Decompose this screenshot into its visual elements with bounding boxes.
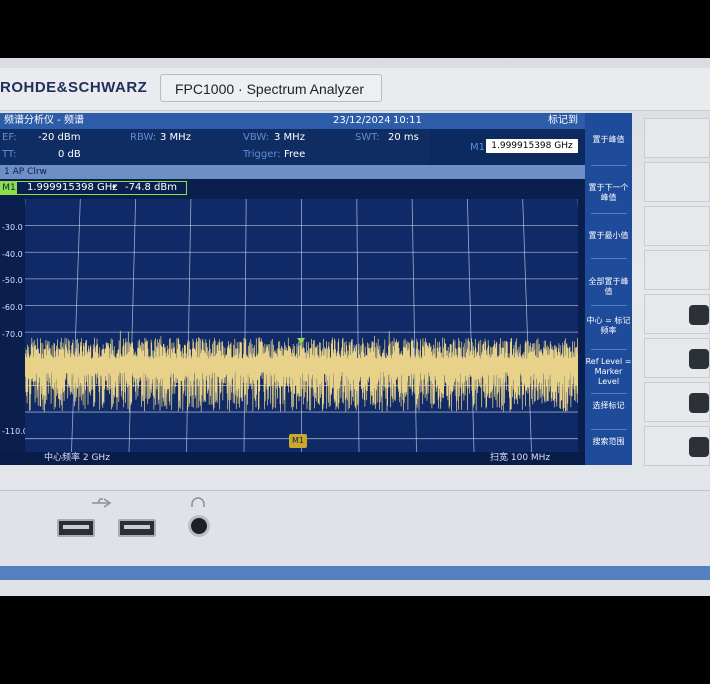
softkey-divider [591,393,627,394]
y-tick-label: -40.0 [2,250,23,259]
grid-line-vertical [243,198,247,453]
softkey-menu: 置于峰值 置于下一个峰值 置于最小值 全部置于峰值 中心 = 标记频率 Ref … [585,113,632,465]
sweep-time-value[interactable]: 20 ms [388,132,419,143]
key-cap [689,393,709,413]
hardware-softkey-4[interactable] [644,250,710,290]
date-label: 23/12/2024 [333,115,391,126]
span-label[interactable]: 扫宽 100 MHz [490,452,550,465]
softkey-center-marker[interactable]: 中心 = 标记频率 [585,316,632,336]
hardware-softkey-1[interactable] [644,118,710,158]
softkey-divider [591,305,627,306]
softkey-divider [591,258,627,259]
photo-background-bottom [0,596,710,684]
hardware-softkey-8[interactable] [644,426,710,466]
y-tick-label: -70.0 [2,330,23,339]
softkey-minimum[interactable]: 置于最小值 [585,231,632,241]
grid-line-vertical [128,198,136,453]
hardware-softkey-7[interactable] [644,382,710,422]
trace-label[interactable]: 1 AP Clrw [4,165,47,179]
model-label: FPC1000 · Spectrum Analyzer [160,74,382,102]
hardware-softkey-6[interactable] [644,338,710,378]
rbw-label: RBW: [130,132,157,143]
time-label: 10:11 [393,115,422,126]
brand-logo: ROHDE&SCHWARZ [0,79,148,96]
usb-icon [92,498,112,508]
softkey-peak[interactable]: 置于峰值 [585,135,632,145]
grid-line-vertical [356,198,360,453]
marker-level: -74.8 dBm [125,182,178,193]
trigger-label: Trigger: [243,149,281,160]
vbw-value[interactable]: 3 MHz [274,132,305,143]
headphones-icon [191,497,205,507]
mode-title: 频谱分析仪 - 频谱 [4,115,84,126]
hardware-softkey-2[interactable] [644,162,710,202]
m1-panel-label: M1 [470,142,485,153]
accent-strip [0,566,710,580]
sweep-time-label: SWT: [355,132,380,143]
usb-port-2[interactable] [118,519,156,537]
title-bar: 频谱分析仪 - 频谱 23/12/2024 10:11 标记到 [0,113,585,129]
key-cap [689,437,709,457]
marker-mode-label: 标记到 [548,115,578,126]
key-cap [689,305,709,325]
y-tick-label: -110.0 [2,427,28,436]
marker-frequency: 1.999915398 GHz [27,182,118,193]
photo-background-top [0,0,710,60]
frequency-status-bar: 中心频率 2 GHz 扫宽 100 MHz [0,452,585,465]
grid-line-vertical [186,198,192,453]
marker-frequency-panel: M1 1.999915398 GHz [430,129,585,165]
softkey-all-peaks[interactable]: 全部置于峰值 [585,277,632,297]
hardware-softkey-column [644,118,710,468]
marker-flag[interactable]: M1 [289,434,307,448]
grid-line-vertical [411,198,417,453]
marker-dot: • [111,182,117,193]
trace-status-row: 1 AP Clrw [0,165,585,179]
softkey-ref-level-marker[interactable]: Ref Level = Marker Level [585,357,632,387]
m1-frequency-input[interactable]: 1.999915398 GHz [486,139,578,153]
softkey-divider [591,349,627,350]
attenuation-value[interactable]: 0 dB [58,149,81,160]
ref-level-value[interactable]: -20 dBm [38,132,80,143]
softkey-divider [591,165,627,166]
softkey-select-marker[interactable]: 选择标记 [585,401,632,411]
spectrum-plot[interactable]: M1 [13,198,590,453]
center-frequency-label[interactable]: 中心频率 2 GHz [44,452,110,465]
analyzer-screen: 频谱分析仪 - 频谱 23/12/2024 10:11 标记到 EF: -20 … [0,113,632,465]
rbw-value[interactable]: 3 MHz [160,132,191,143]
y-tick-label: -50.0 [2,276,23,285]
y-tick-label: -60.0 [2,303,23,312]
y-tick-label: -30.0 [2,223,23,232]
softkey-search-range[interactable]: 搜索范围 [585,437,632,447]
marker-readout-row: M1 1.999915398 GHz • -74.8 dBm [0,179,585,199]
trigger-value[interactable]: Free [284,149,305,160]
marker-readout[interactable]: M1 1.999915398 GHz • -74.8 dBm [0,181,187,195]
softkey-divider [591,213,627,214]
grid-line-vertical [522,198,532,453]
softkey-next-peak[interactable]: 置于下一个峰值 [585,183,632,203]
grid-line-vertical [467,198,475,453]
grid-line-vertical [71,198,81,453]
attenuation-label: TT: [2,149,17,160]
vbw-label: VBW: [243,132,270,143]
hardware-softkey-3[interactable] [644,206,710,246]
ref-level-label: EF: [2,132,17,143]
softkey-divider [591,429,627,430]
headphone-jack[interactable] [188,515,210,537]
marker-point [297,337,306,344]
usb-port-1[interactable] [57,519,95,537]
key-cap [689,349,709,369]
hardware-softkey-5[interactable] [644,294,710,334]
spectrum-svg [13,198,590,453]
marker-tag: M1 [1,182,17,194]
